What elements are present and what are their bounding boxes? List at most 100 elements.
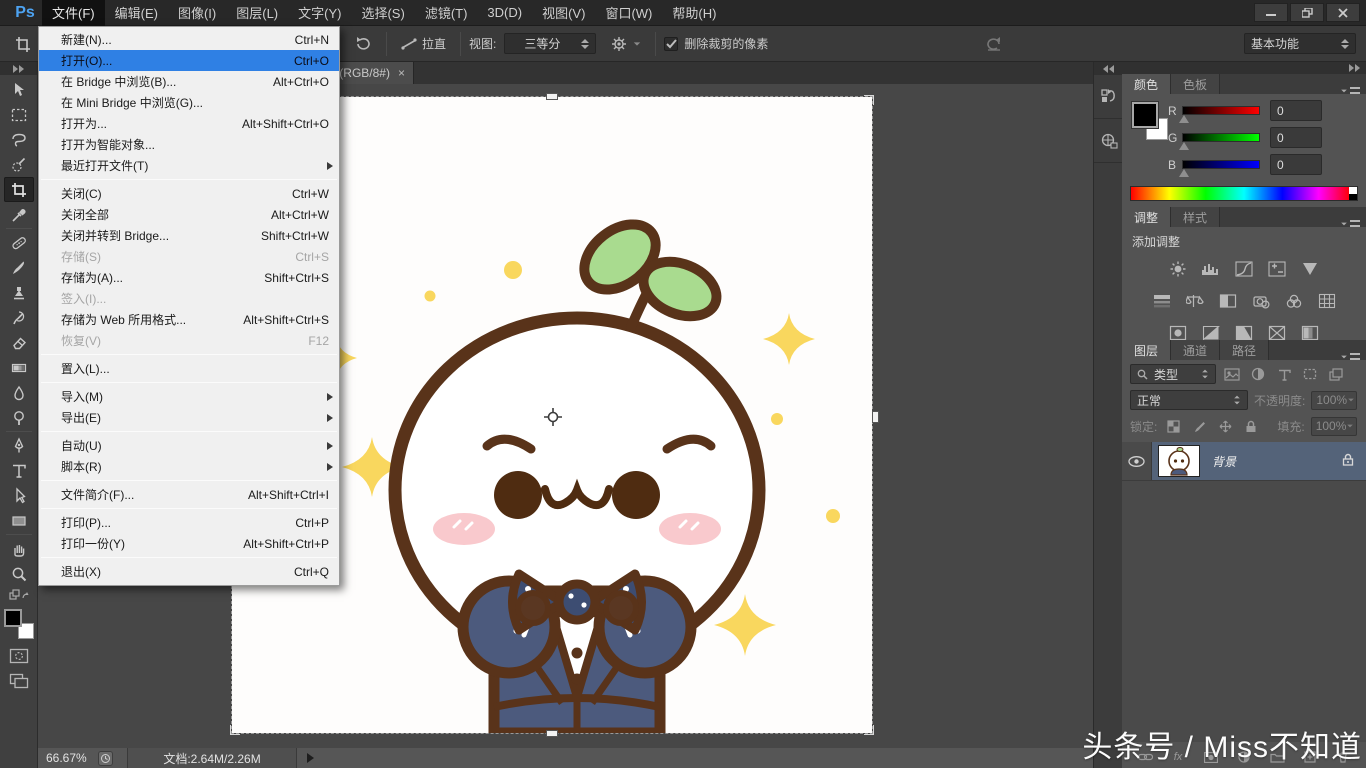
- crop-tool[interactable]: [4, 177, 34, 202]
- crop-handle-bottom[interactable]: [546, 730, 558, 737]
- brightness-contrast-icon[interactable]: [1166, 259, 1190, 279]
- file-menu-item[interactable]: 打印(P)...Ctrl+P: [39, 512, 339, 533]
- channel-slider[interactable]: [1182, 133, 1260, 142]
- layer-thumbnail[interactable]: [1158, 445, 1200, 477]
- filter-adjustment-layers-icon[interactable]: [1248, 365, 1268, 383]
- file-menu-item[interactable]: 存储为(A)...Shift+Ctrl+S: [39, 267, 339, 288]
- shape-tool[interactable]: [4, 508, 34, 533]
- tab-swatches[interactable]: 色板: [1171, 74, 1220, 94]
- reset-tool-icon[interactable]: [978, 32, 1010, 56]
- menubar-item[interactable]: 窗口(W): [595, 0, 662, 26]
- swap-colors-icon[interactable]: [9, 588, 29, 606]
- workspace-dropdown[interactable]: 基本功能: [1244, 33, 1356, 54]
- hand-tool[interactable]: [4, 536, 34, 561]
- collapse-panels-button[interactable]: [1122, 62, 1366, 74]
- crop-options-gear-icon[interactable]: [604, 32, 647, 56]
- crop-handle-top[interactable]: [546, 93, 558, 100]
- marquee-tool[interactable]: [4, 102, 34, 127]
- tab-layers[interactable]: 图层: [1122, 340, 1171, 360]
- file-menu-item[interactable]: 置入(L)...: [39, 358, 339, 379]
- menubar-item[interactable]: 视图(V): [532, 0, 595, 26]
- panel-fg-bg-swatches[interactable]: [1132, 102, 1172, 148]
- clone-stamp-tool[interactable]: [4, 280, 34, 305]
- file-menu-item[interactable]: 最近打开文件(T): [39, 155, 339, 176]
- brush-tool[interactable]: [4, 255, 34, 280]
- menubar-item[interactable]: 图像(I): [168, 0, 226, 26]
- properties-panel-icon[interactable]: [1094, 119, 1123, 163]
- path-selection-tool[interactable]: [4, 483, 34, 508]
- file-menu-item[interactable]: 打开为...Alt+Shift+Ctrl+O: [39, 113, 339, 134]
- delete-cropped-checkbox[interactable]: [664, 37, 678, 51]
- pen-tool[interactable]: [4, 433, 34, 458]
- blend-mode-dropdown[interactable]: 正常: [1130, 390, 1248, 410]
- color-lookup-icon[interactable]: [1315, 291, 1339, 311]
- tab-styles[interactable]: 样式: [1171, 207, 1220, 227]
- lock-pixels-icon[interactable]: [1189, 417, 1209, 435]
- overlay-view-dropdown[interactable]: 三等分: [504, 33, 596, 54]
- menubar-item[interactable]: 文件(F): [42, 0, 105, 26]
- curves-icon[interactable]: [1232, 259, 1256, 279]
- close-button[interactable]: [1326, 3, 1360, 22]
- expand-panels-button[interactable]: [1094, 62, 1122, 75]
- file-menu-item[interactable]: 脚本(R): [39, 456, 339, 477]
- layer-row-background[interactable]: 背景: [1122, 442, 1366, 480]
- file-menu-item[interactable]: 关闭并转到 Bridge...Shift+Ctrl+W: [39, 225, 339, 246]
- document-info[interactable]: 文档:2.64M/2.26M: [127, 748, 297, 768]
- channel-slider[interactable]: [1182, 160, 1260, 169]
- opacity-dropdown[interactable]: 100%: [1311, 391, 1357, 410]
- status-clock-icon[interactable]: [98, 751, 113, 766]
- hue-saturation-icon[interactable]: [1150, 291, 1174, 311]
- channel-value-input[interactable]: 0: [1270, 127, 1322, 148]
- menubar-item[interactable]: 图层(L): [226, 0, 288, 26]
- layers-panel-menu-icon[interactable]: [1340, 353, 1360, 360]
- vibrance-icon[interactable]: [1298, 259, 1322, 279]
- file-menu-item[interactable]: 存储(S)Ctrl+S: [39, 246, 339, 267]
- menubar-item[interactable]: 3D(D): [477, 0, 532, 26]
- file-menu-item[interactable]: 存储为 Web 所用格式...Alt+Shift+Ctrl+S: [39, 309, 339, 330]
- straighten-button[interactable]: 拉直: [395, 32, 452, 55]
- channel-slider[interactable]: [1182, 106, 1260, 115]
- quick-selection-tool[interactable]: [4, 152, 34, 177]
- lasso-tool[interactable]: [4, 127, 34, 152]
- levels-icon[interactable]: [1199, 259, 1223, 279]
- lock-all-icon[interactable]: [1241, 417, 1261, 435]
- file-menu-item[interactable]: 在 Bridge 中浏览(B)...Alt+Ctrl+O: [39, 71, 339, 92]
- healing-brush-tool[interactable]: [4, 230, 34, 255]
- crop-handle-bottomleft[interactable]: [230, 725, 240, 735]
- gradient-tool[interactable]: [4, 355, 34, 380]
- eyedropper-tool[interactable]: [4, 202, 34, 227]
- file-menu-item[interactable]: 导入(M): [39, 386, 339, 407]
- blur-tool[interactable]: [4, 380, 34, 405]
- zoom-level-field[interactable]: 66.67%: [46, 751, 98, 765]
- crop-handle-bottomright[interactable]: [864, 725, 874, 735]
- file-menu-item[interactable]: 导出(E): [39, 407, 339, 428]
- file-menu-item[interactable]: 在 Mini Bridge 中浏览(G)...: [39, 92, 339, 113]
- crop-handle-right[interactable]: [872, 411, 879, 423]
- file-menu-item[interactable]: 新建(N)...Ctrl+N: [39, 29, 339, 50]
- menubar-item[interactable]: 文字(Y): [288, 0, 351, 26]
- filter-type-layers-icon[interactable]: [1274, 365, 1294, 383]
- color-spectrum-ramp[interactable]: [1130, 186, 1358, 201]
- color-panel-menu-icon[interactable]: [1340, 87, 1360, 94]
- file-menu-item[interactable]: 签入(I)...: [39, 288, 339, 309]
- channel-value-input[interactable]: 0: [1270, 100, 1322, 121]
- tab-channels[interactable]: 通道: [1171, 340, 1220, 360]
- restore-button[interactable]: [1290, 3, 1324, 22]
- screen-mode-button[interactable]: [4, 668, 34, 693]
- foreground-background-swatches[interactable]: [4, 609, 34, 639]
- file-menu-item[interactable]: 打开(O)...Ctrl+O: [39, 50, 339, 71]
- history-brush-tool[interactable]: [4, 305, 34, 330]
- photo-filter-icon[interactable]: [1249, 291, 1273, 311]
- type-tool[interactable]: [4, 458, 34, 483]
- file-menu-item[interactable]: 文件简介(F)...Alt+Shift+Ctrl+I: [39, 484, 339, 505]
- toolbar-collapse-button[interactable]: [0, 62, 37, 75]
- document-close-icon[interactable]: ×: [398, 66, 405, 80]
- file-menu-item[interactable]: 自动(U): [39, 435, 339, 456]
- layer-filter-type-dropdown[interactable]: 类型: [1130, 364, 1216, 384]
- eraser-tool[interactable]: [4, 330, 34, 355]
- dodge-tool[interactable]: [4, 405, 34, 430]
- zoom-tool[interactable]: [4, 561, 34, 586]
- exposure-icon[interactable]: [1265, 259, 1289, 279]
- lock-transparency-icon[interactable]: [1163, 417, 1183, 435]
- rotate-crop-icon[interactable]: [348, 33, 378, 55]
